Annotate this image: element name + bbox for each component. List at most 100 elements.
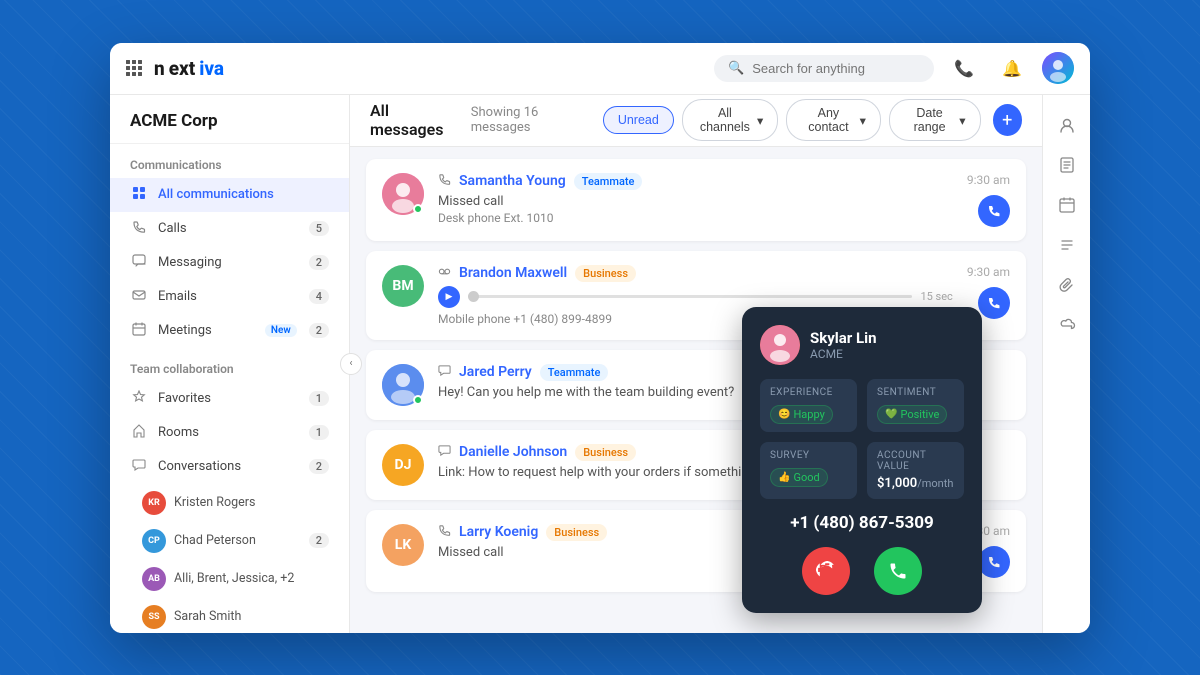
bell-nav-icon[interactable]: 🔔 — [994, 50, 1030, 86]
sidebar-item-meetings[interactable]: Meetings New 2 — [110, 314, 349, 348]
sidebar-item-calls[interactable]: Calls 5 — [110, 212, 349, 246]
conversations-badge: 2 — [309, 459, 329, 474]
sender-name[interactable]: Larry Koenig — [459, 524, 538, 540]
company-name: ACME Corp — [110, 95, 349, 144]
emails-icon — [130, 288, 148, 306]
conversations-icon — [130, 458, 148, 476]
calls-label: Calls — [158, 221, 299, 236]
search-bar[interactable]: 🔍 — [714, 55, 934, 82]
avatar: LK — [382, 524, 424, 566]
calendar-icon[interactable] — [1049, 187, 1085, 223]
messaging-badge: 2 — [309, 255, 329, 270]
account-value-stat: ACCOUNT VALUE $1,000/month — [867, 442, 964, 499]
incoming-call-popup: Skylar Lin ACME EXPERIENCE 😊 Happy SENTI… — [742, 307, 982, 613]
sender-tag: Business — [575, 444, 636, 461]
survey-label: SURVEY — [770, 450, 847, 461]
sender-name[interactable]: Samantha Young — [459, 173, 566, 189]
bell-icon: 🔔 — [1002, 59, 1022, 78]
call-action-btn[interactable] — [978, 195, 1010, 227]
messaging-label: Messaging — [158, 255, 299, 270]
any-contact-filter-btn[interactable]: Any contact ▾ — [786, 99, 881, 141]
play-btn[interactable]: ▶ — [438, 286, 460, 308]
avatar: BM — [382, 265, 424, 307]
message-card[interactable]: Samantha Young Teammate Missed call Desk… — [366, 159, 1026, 241]
sender-name[interactable]: Danielle Johnson — [459, 444, 567, 460]
logo-next: n — [154, 57, 165, 80]
chad-name: Chad Peterson — [174, 533, 256, 548]
rooms-label: Rooms — [158, 425, 299, 440]
app-logo: nextiva — [154, 57, 224, 80]
search-input[interactable] — [752, 61, 920, 76]
collab-section-title: Team collaboration — [110, 348, 349, 382]
cloud-icon[interactable] — [1049, 307, 1085, 343]
grid-menu-icon[interactable] — [126, 60, 142, 76]
voicemail-type-icon — [438, 265, 451, 281]
sidebar-item-rooms[interactable]: Rooms 1 — [110, 416, 349, 450]
unread-filter-btn[interactable]: Unread — [603, 106, 674, 134]
all-channels-filter-btn[interactable]: All channels ▾ — [682, 99, 778, 141]
sidebar-item-messaging[interactable]: Messaging 2 — [110, 246, 349, 280]
account-value: $1,000/month — [877, 476, 954, 491]
survey-stat: SURVEY 👍 Good — [760, 442, 857, 499]
kristen-name: Kristen Rogers — [174, 495, 255, 510]
emails-label: Emails — [158, 289, 299, 304]
chad-avatar: CP — [142, 529, 166, 553]
meetings-new-badge: New — [265, 324, 297, 337]
contacts-icon[interactable] — [1049, 107, 1085, 143]
message-sub: Desk phone Ext. 1010 — [438, 211, 953, 225]
sidebar-item-all-communications[interactable]: All communications — [110, 178, 349, 212]
sidebar-item-emails[interactable]: Emails 4 — [110, 280, 349, 314]
attachments-icon[interactable] — [1049, 267, 1085, 303]
survey-value: 👍 Good — [770, 468, 828, 487]
add-btn[interactable]: + — [993, 104, 1022, 136]
favorites-badge: 1 — [309, 391, 329, 406]
calls-badge: 5 — [309, 221, 329, 236]
chat-type-icon — [438, 364, 451, 380]
sentiment-value: 💚 Positive — [877, 405, 947, 424]
rooms-badge: 1 — [309, 425, 329, 440]
user-avatar-nav[interactable] — [1042, 52, 1074, 84]
caller-company: ACME — [810, 347, 877, 361]
sender-name[interactable]: Jared Perry — [459, 364, 532, 380]
sidebar-collapse-btn[interactable]: ‹ — [340, 353, 362, 375]
accept-call-btn[interactable] — [874, 547, 922, 595]
account-label: ACCOUNT VALUE — [877, 450, 954, 472]
date-range-filter-btn[interactable]: Date range ▾ — [889, 99, 981, 141]
tasks-icon[interactable] — [1049, 227, 1085, 263]
conversation-group[interactable]: AB Alli, Brent, Jessica, +2 — [110, 560, 349, 598]
call-type-icon — [438, 524, 451, 540]
caller-phone: +1 (480) 867-5309 — [760, 513, 964, 533]
sender-tag: Teammate — [540, 364, 609, 381]
message-meta: 9:30 am — [967, 173, 1010, 227]
all-communications-label: All communications — [158, 187, 329, 202]
conversation-sarah-smith[interactable]: SS Sarah Smith — [110, 598, 349, 633]
chevron-down-icon: ▾ — [959, 113, 965, 128]
phone-nav-icon[interactable]: 📞 — [946, 50, 982, 86]
call-action-btn[interactable] — [978, 546, 1010, 578]
avatar: DJ — [382, 444, 424, 486]
chad-badge: 2 — [309, 533, 329, 548]
sender-tag: Teammate — [574, 173, 643, 190]
sarah-avatar: SS — [142, 605, 166, 629]
search-icon: 🔍 — [728, 61, 744, 76]
sentiment-label: SENTIMENT — [877, 387, 954, 398]
message-body: Samantha Young Teammate Missed call Desk… — [438, 173, 953, 225]
calls-icon — [130, 220, 148, 238]
sidebar-item-favorites[interactable]: Favorites 1 — [110, 382, 349, 416]
caller-info: Skylar Lin ACME — [760, 325, 964, 365]
all-communications-icon — [130, 186, 148, 204]
sender-tag: Business — [575, 265, 636, 282]
conversation-chad-peterson[interactable]: CP Chad Peterson 2 — [110, 522, 349, 560]
decline-call-btn[interactable] — [802, 547, 850, 595]
sidebar-item-conversations[interactable]: Conversations 2 — [110, 450, 349, 484]
top-navigation: nextiva 🔍 📞 🔔 — [110, 43, 1090, 95]
sidebar: ACME Corp Communications All communicati… — [110, 95, 350, 633]
caller-name: Skylar Lin — [810, 329, 877, 347]
sender-name[interactable]: Brandon Maxwell — [459, 265, 567, 281]
favorites-label: Favorites — [158, 391, 299, 406]
notes-icon[interactable] — [1049, 147, 1085, 183]
experience-stat: EXPERIENCE 😊 Happy — [760, 379, 857, 432]
call-action-btn[interactable] — [978, 287, 1010, 319]
conversation-kristen-rogers[interactable]: KR Kristen Rogers — [110, 484, 349, 522]
progress-bar[interactable] — [468, 295, 912, 298]
